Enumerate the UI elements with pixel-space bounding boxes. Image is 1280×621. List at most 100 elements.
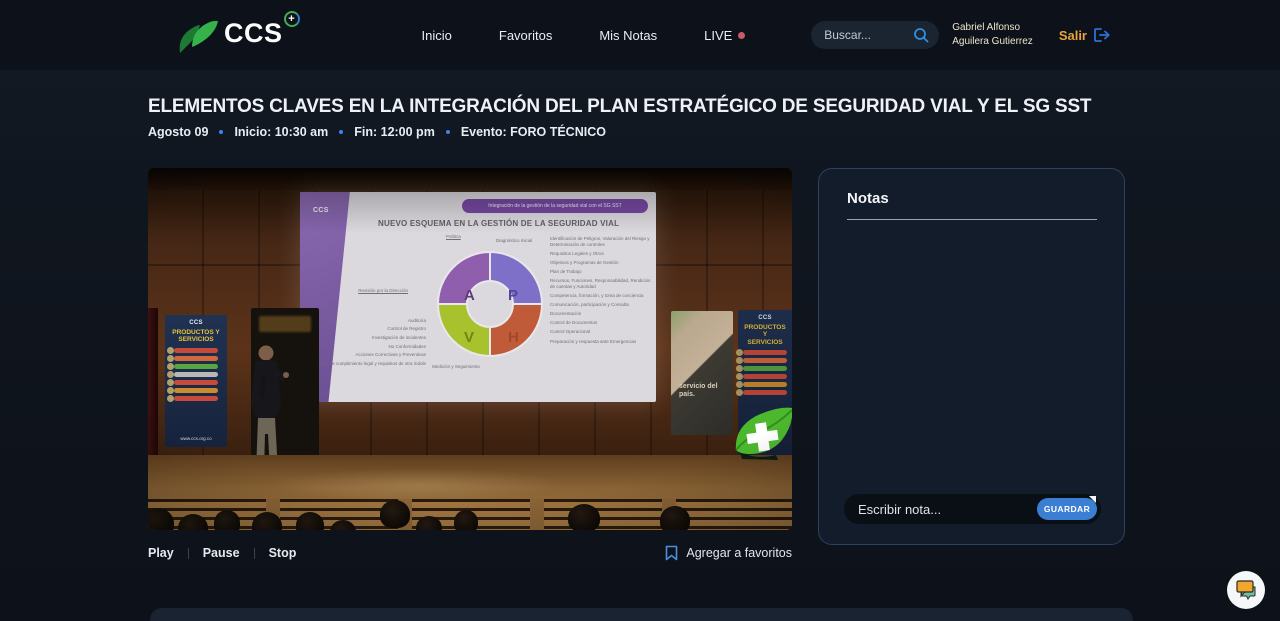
favorites-label: Agregar a favoritos <box>686 546 792 560</box>
slide-label: Comunicación, participación y Consulta <box>550 302 652 308</box>
chat-bubbles-icon <box>1234 579 1258 601</box>
stage-ceiling <box>148 168 792 190</box>
slide-label: Competencia, formación, y toma de concie… <box>550 293 652 299</box>
stop-button[interactable]: Stop <box>269 546 297 560</box>
logo-plus-icon: + <box>284 11 300 27</box>
slide-label: Preparación y respuesta ante Emergencias <box>550 339 652 345</box>
phva-cycle-diagram: A P H V <box>434 248 546 360</box>
slide-topic-text: Integración de la gestión de la segurida… <box>488 203 621 209</box>
ccs-logo[interactable]: CCS + <box>176 13 300 57</box>
audience-head <box>454 510 478 530</box>
slide-title: NUEVO ESQUEMA EN LA GESTIÓN DE LA SEGURI… <box>378 219 619 228</box>
save-note-button[interactable]: GUARDAR <box>1037 498 1097 520</box>
cycle-letter-p: P <box>508 287 518 304</box>
pause-button[interactable]: Pause <box>203 546 240 560</box>
slide-ccs-logo: CCS <box>313 207 329 214</box>
live-label: LIVE <box>704 28 732 43</box>
nav-item-favoritos[interactable]: Favoritos <box>499 28 552 43</box>
play-button[interactable]: Play <box>148 546 174 560</box>
event-end-time: Fin: 12:00 pm <box>354 125 435 139</box>
audience-head <box>660 506 690 530</box>
audience-head <box>214 510 240 530</box>
audience-head <box>568 504 600 530</box>
live-indicator-dot <box>738 32 745 39</box>
notes-panel: Notas Escribir nota... GUARDAR <box>818 168 1125 545</box>
logout-icon <box>1093 27 1112 43</box>
nav-item-inicio[interactable]: Inicio <box>422 28 452 43</box>
comments-section-panel <box>150 608 1133 621</box>
search-placeholder: Buscar... <box>824 28 913 42</box>
cycle-letter-v: V <box>464 329 474 346</box>
slide-label: Plan de Trabajo <box>550 269 652 275</box>
banner-title-line2: SERVICIOS <box>742 339 788 346</box>
slide-label: Identificación de Peligros, Valoración d… <box>550 236 652 247</box>
cycle-letter-a: A <box>464 287 475 304</box>
banner-title-line1: PRODUCTOS Y <box>169 329 223 336</box>
slide-label: Investigación de incidentes <box>306 335 426 341</box>
banner-title-line1: PRODUCTOS Y <box>742 324 788 339</box>
logout-label: Salir <box>1059 28 1087 43</box>
bookmark-icon <box>665 545 678 561</box>
event-date: Agosto 09 <box>148 125 208 139</box>
user-name-line2: Aguilera Gutierrez <box>952 35 1033 50</box>
ccs-leaf-statue <box>726 398 792 464</box>
nav-item-live[interactable]: LIVE <box>704 28 745 43</box>
note-input-placeholder: Escribir nota... <box>858 502 1037 517</box>
slide-topic-pill: Integración de la gestión de la segurida… <box>462 199 648 213</box>
slide-label-medicion: Medición y Seguimiento <box>430 364 482 370</box>
search-input[interactable]: Buscar... <box>811 21 939 49</box>
banner-url: www.ccs.org.co <box>165 436 227 441</box>
slide-label: Objetivos y Programas de Gestión <box>550 260 652 266</box>
meta-separator-dot <box>446 130 450 134</box>
logout-button[interactable]: Salir <box>1059 27 1112 43</box>
audience-head <box>380 500 410 528</box>
slide-label: Revisión por la Dirección <box>306 288 426 294</box>
event-meta: Agosto 09 Inicio: 10:30 am Fin: 12:00 pm… <box>148 125 606 139</box>
meta-separator-dot <box>219 130 223 134</box>
slide-labels-left: Revisión por la Dirección Auditoría Cont… <box>306 288 426 369</box>
slide-label: Auditoría <box>306 318 426 324</box>
chat-button[interactable] <box>1227 571 1265 609</box>
user-name-line1: Gabriel Alfonso <box>952 21 1033 36</box>
products-banner-left: CCS PRODUCTOS Y SERVICIOS www.ccs.org.co <box>165 315 227 447</box>
notes-divider <box>847 219 1097 220</box>
search-icon[interactable] <box>913 27 929 43</box>
slide-label-politica: Política <box>446 234 461 240</box>
banner-title: PRODUCTOS Y SERVICIOS <box>742 324 788 346</box>
add-to-favorites-button[interactable]: Agregar a favoritos <box>665 545 792 561</box>
slide-label: No Conformidades <box>306 344 426 350</box>
notes-title: Notas <box>847 190 889 207</box>
banner-right-text: servicio del país. <box>679 383 733 400</box>
player-controls: Play Pause Stop Agregar a favoritos <box>148 545 792 561</box>
logo-text: CCS <box>224 13 283 53</box>
banner-title: PRODUCTOS Y SERVICIOS <box>169 329 223 344</box>
slide-label-diagnostico: Diagnóstico Inicial <box>496 238 532 244</box>
banner-ccs-logo: CCS <box>169 320 223 326</box>
control-separator <box>254 548 255 559</box>
banner-product-rows <box>742 350 788 395</box>
user-name: Gabriel Alfonso Aguilera Gutierrez <box>952 21 1033 50</box>
banner-title-line2: SERVICIOS <box>169 336 223 343</box>
slide-label: Control de Registro <box>306 326 426 332</box>
slide-label: Acciones Correctivas y Preventivas <box>306 352 426 358</box>
video-player[interactable]: CCS Integración de la gestión de la segu… <box>148 168 792 530</box>
nav-item-mis-notas[interactable]: Mis Notas <box>599 28 657 43</box>
cycle-letter-h: H <box>508 329 519 346</box>
banner-ccs-logo: CCS <box>742 315 788 321</box>
services-banner-right: servicio del país. <box>671 311 733 435</box>
floor-reflection <box>268 468 568 502</box>
event-type: Evento: FORO TÉCNICO <box>461 125 606 139</box>
slide-label: Control de Documentos <box>550 320 652 326</box>
slide-label: Requisitos Legales y Otros <box>550 251 652 257</box>
leaf-logo-icon <box>176 17 222 57</box>
control-separator <box>188 548 189 559</box>
slide-labels-right: Identificación de Peligros, Valoración d… <box>550 236 652 348</box>
slide-label: Evaluación de cumplimiento legal y requi… <box>306 361 426 367</box>
note-input[interactable]: Escribir nota... GUARDAR <box>844 494 1101 524</box>
slide-label: Control Operacional <box>550 329 652 335</box>
projection-screen: CCS Integración de la gestión de la segu… <box>300 192 656 402</box>
page-title: ELEMENTOS CLAVES EN LA INTEGRACIÓN DEL P… <box>148 96 1091 118</box>
slide-label: Recursos, Funciones, Responsabilidad, Re… <box>550 278 652 289</box>
slide-label: Documentación <box>550 311 652 317</box>
event-start-time: Inicio: 10:30 am <box>234 125 328 139</box>
